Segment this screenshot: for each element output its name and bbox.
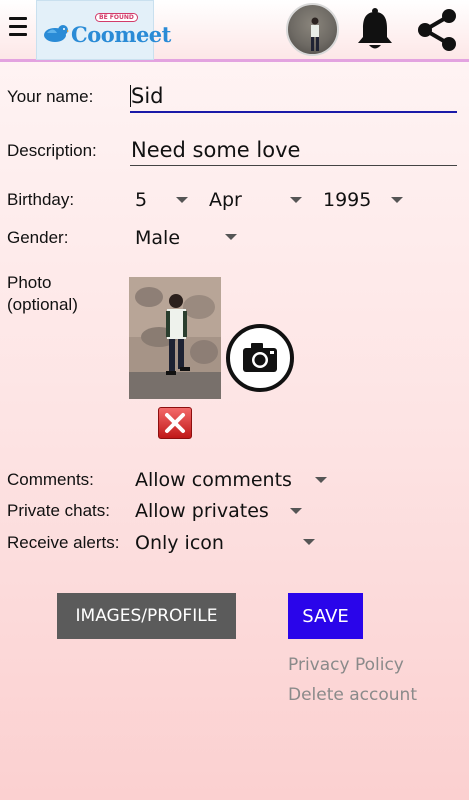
photo-optional-label: (optional)	[7, 295, 78, 314]
bird-logo-icon	[44, 25, 69, 42]
privacy-policy-link[interactable]: Privacy Policy	[288, 655, 404, 675]
menu-icon[interactable]	[9, 17, 27, 39]
comments-label: Comments:	[7, 470, 94, 489]
delete-photo-icon[interactable]	[158, 407, 192, 439]
photo-label: Photo	[7, 273, 52, 292]
chevron-down-icon	[391, 197, 403, 203]
chevron-down-icon	[315, 477, 327, 483]
chevron-down-icon	[290, 197, 302, 203]
description-input[interactable]: Need some love	[131, 138, 300, 162]
name-input-underline	[130, 111, 457, 113]
description-input-underline	[130, 165, 457, 166]
birthday-day-select[interactable]: 5	[135, 189, 147, 211]
birthday-month-select[interactable]: Apr	[209, 189, 242, 211]
gender-label: Gender:	[7, 228, 69, 247]
app-logo: BE FOUND Coomeet	[36, 0, 171, 60]
profile-photo-image	[129, 277, 221, 399]
chevron-down-icon	[225, 234, 237, 240]
receive-alerts-label: Receive alerts:	[7, 533, 120, 552]
chevron-down-icon	[176, 197, 188, 203]
comments-select[interactable]: Allow comments	[135, 469, 292, 491]
share-icon[interactable]	[414, 7, 460, 53]
receive-alerts-select[interactable]: Only icon	[135, 532, 224, 554]
gender-select[interactable]: Male	[135, 227, 180, 249]
avatar[interactable]	[286, 3, 339, 56]
images-profile-button[interactable]: IMAGES/PROFILE	[57, 593, 236, 639]
avatar-figure-icon	[311, 17, 319, 51]
logo-tagline: BE FOUND	[95, 13, 138, 22]
birthday-year-select[interactable]: 1995	[323, 189, 371, 211]
private-chats-label: Private chats:	[7, 501, 110, 520]
name-input[interactable]: Sid	[131, 84, 164, 108]
camera-icon[interactable]	[226, 324, 294, 392]
profile-photo[interactable]	[129, 277, 221, 399]
birthday-label: Birthday:	[7, 190, 75, 209]
private-chats-select[interactable]: Allow privates	[135, 500, 269, 522]
description-label: Description:	[7, 141, 97, 160]
chevron-down-icon	[290, 508, 302, 514]
bell-icon[interactable]	[356, 6, 394, 52]
chevron-down-icon	[303, 539, 315, 545]
name-label: Your name:	[7, 87, 94, 106]
delete-account-link[interactable]: Delete account	[288, 685, 417, 705]
logo-text: Coomeet	[71, 22, 171, 47]
save-button[interactable]: SAVE	[288, 593, 363, 639]
